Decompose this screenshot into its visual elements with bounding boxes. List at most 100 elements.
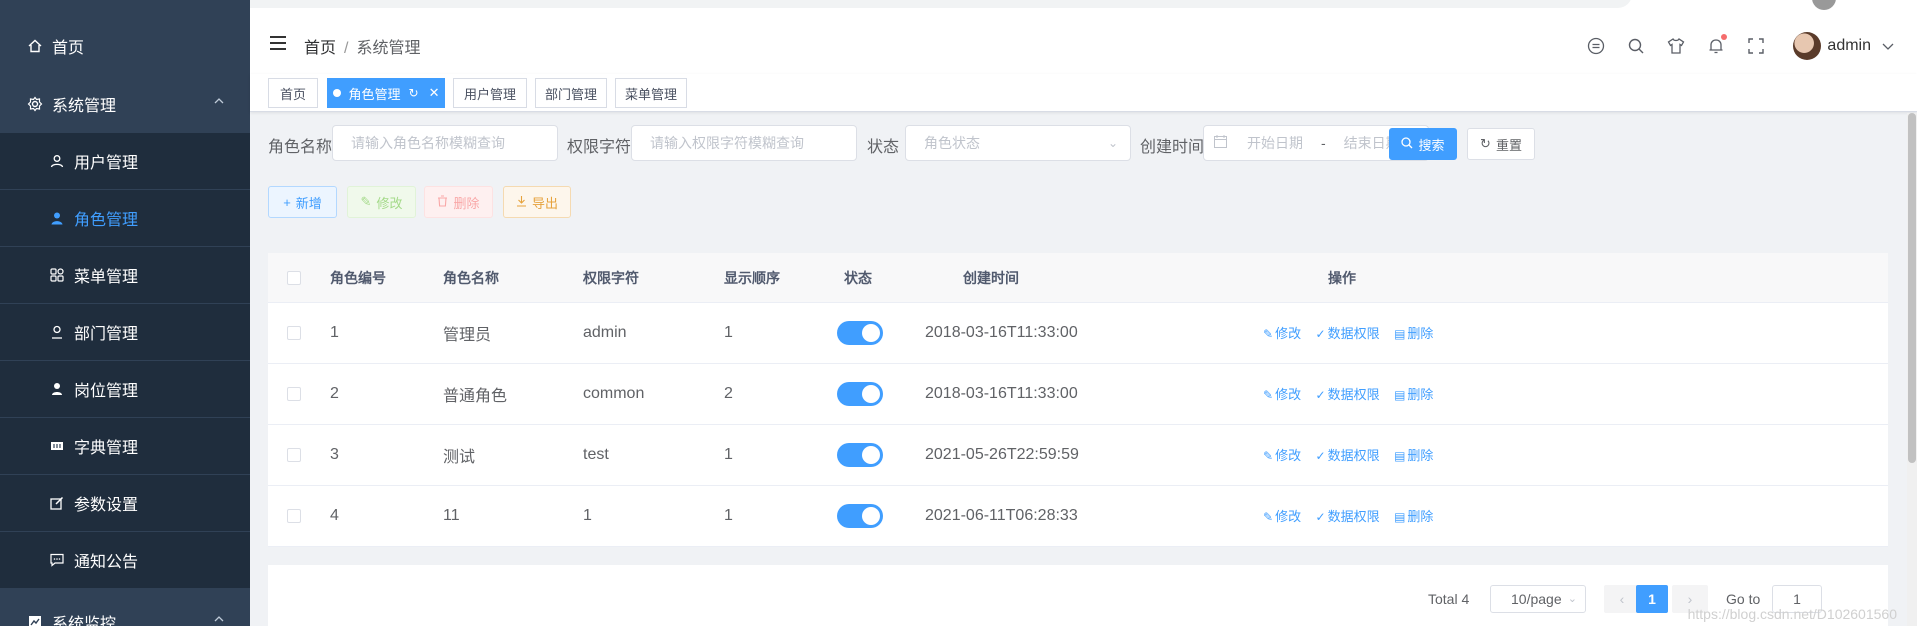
edit-button[interactable]: ✎ 修改 — [347, 186, 416, 218]
sidebar-item-depts[interactable]: 部门管理 — [0, 304, 250, 360]
sidebar-item-params[interactable]: 参数设置 — [0, 475, 250, 531]
page-number-current[interactable]: 1 — [1636, 585, 1668, 613]
select-all-checkbox[interactable] — [287, 270, 301, 285]
role-name-input[interactable]: 请输入角色名称模糊查询 — [332, 125, 558, 161]
tag-roles[interactable]: 角色管理 ↻ ✕ — [327, 78, 445, 108]
action-label: 删除 — [1407, 326, 1434, 341]
content-scrollbar[interactable] — [1907, 113, 1917, 626]
row-checkbox[interactable] — [287, 387, 301, 401]
export-button[interactable]: 导出 — [503, 186, 571, 218]
delete-link[interactable]: ▤ 删除 — [1394, 509, 1433, 524]
sidebar-item-posts[interactable]: 岗位管理 — [0, 361, 250, 417]
tag-users[interactable]: 用户管理 — [453, 78, 527, 108]
delete-link[interactable]: ▤ 删除 — [1394, 448, 1433, 463]
sidebar-item-label: 字典管理 — [74, 440, 139, 457]
sidebar-item-label: 首页 — [52, 40, 85, 57]
edit-link[interactable]: ✎ 修改 — [1263, 387, 1301, 402]
button-label: 导出 — [531, 195, 558, 211]
edit-link[interactable]: ✎ 修改 — [1263, 326, 1301, 341]
table-row: 3 测试 test 1 2021-05-26T22:59:59 ✎ 修改 ✓ 数据权… — [268, 425, 1888, 486]
sidebar-item-menus[interactable]: 菜单管理 — [0, 247, 250, 303]
table-row: 4 11 1 1 2021-06-11T06:28:33 ✎ 修改 ✓ 数据权限 ▤… — [268, 486, 1888, 547]
sidebar: 首页 系统管理 用户管理 角色管理 菜单管理 部门管理 岗位管理 字典管理 参数… — [0, 0, 250, 626]
sidebar-item-home[interactable]: 首页 — [0, 18, 250, 74]
navbar-right: admin — [1565, 32, 1897, 60]
breadcrumb-home[interactable]: 首页 — [304, 40, 336, 57]
chevron-down-icon[interactable] — [1879, 37, 1897, 55]
skin-icon[interactable] — [1667, 37, 1685, 55]
avatar[interactable] — [1793, 32, 1822, 60]
role-name-label: 角色名称 — [268, 139, 333, 156]
delete-button[interactable]: 删除 — [424, 186, 493, 218]
status-switch[interactable] — [837, 382, 883, 406]
button-label: 新增 — [295, 195, 322, 211]
role-name: 11 — [443, 507, 460, 524]
action-label: 修改 — [1275, 326, 1302, 341]
action-label: 修改 — [1275, 387, 1302, 402]
address-bar[interactable] — [232, 0, 1632, 8]
row-checkbox[interactable] — [287, 448, 301, 462]
chevron-up-icon — [214, 616, 224, 622]
page-size-select[interactable]: 10/page ⌄ — [1490, 585, 1586, 613]
status-switch[interactable] — [837, 443, 883, 467]
sidebar-item-system[interactable]: 系统管理 — [0, 76, 250, 132]
breadcrumb: 首页 / 系统管理 — [304, 40, 421, 57]
button-label: 搜索 — [1418, 137, 1445, 153]
bell-icon[interactable] — [1707, 34, 1728, 55]
sidebar-item-roles[interactable]: 角色管理 — [0, 190, 250, 246]
check-circle-icon: ✓ — [1315, 388, 1326, 402]
status-switch[interactable] — [837, 504, 883, 528]
start-date-placeholder[interactable]: 开始日期 — [1247, 133, 1303, 153]
search-icon[interactable] — [1627, 37, 1645, 55]
tag-menus[interactable]: 菜单管理 — [615, 78, 687, 108]
data-scope-link[interactable]: ✓ 数据权限 — [1316, 326, 1380, 341]
sidebar-item-dicts[interactable]: 字典管理 — [0, 418, 250, 474]
placeholder: 角色状态 — [924, 135, 980, 151]
status-select[interactable]: 角色状态 ⌄ — [905, 125, 1131, 161]
edit-icon: ✎ — [1263, 327, 1274, 341]
sidebar-item-label: 菜单管理 — [74, 269, 139, 286]
add-button[interactable]: + 新增 — [268, 186, 337, 218]
tag-home[interactable]: 首页 — [268, 78, 318, 108]
hamburger-icon[interactable] — [270, 36, 286, 50]
table-row: 1 管理员 admin 1 2018-03-16T11:33:00 ✎ 修改 ✓ 数… — [268, 303, 1888, 364]
dict-icon — [48, 437, 66, 455]
search-button[interactable]: 搜索 — [1389, 128, 1457, 160]
home-icon — [26, 37, 44, 55]
sidebar-item-notices[interactable]: 通知公告 — [0, 532, 250, 588]
perm-input[interactable]: 请输入权限字符模糊查询 — [631, 125, 857, 161]
prev-page-button[interactable]: ‹ — [1604, 585, 1640, 613]
username[interactable]: admin — [1827, 37, 1871, 55]
delete-link[interactable]: ▤ 删除 — [1394, 387, 1433, 402]
edit-link[interactable]: ✎ 修改 — [1263, 448, 1301, 463]
close-icon[interactable]: ✕ — [429, 85, 440, 101]
tag-label: 菜单管理 — [624, 86, 677, 102]
row-checkbox[interactable] — [287, 326, 301, 340]
sidebar-item-label: 用户管理 — [74, 155, 139, 172]
role-name: 普通角色 — [443, 388, 508, 405]
row-actions: ✎ 修改 ✓ 数据权限 ▤ 删除 — [1263, 506, 1433, 526]
status-switch[interactable] — [837, 321, 883, 345]
created-time: 2018-03-16T11:33:00 — [925, 385, 1078, 402]
edit-link[interactable]: ✎ 修改 — [1263, 509, 1301, 524]
column-header: 状态 — [844, 269, 872, 286]
role-key: common — [583, 385, 645, 402]
fullscreen-icon[interactable] — [1747, 37, 1765, 55]
data-scope-link[interactable]: ✓ 数据权限 — [1316, 448, 1380, 463]
delete-link[interactable]: ▤ 删除 — [1394, 326, 1433, 341]
refresh-icon[interactable]: ↻ — [409, 86, 419, 100]
data-scope-link[interactable]: ✓ 数据权限 — [1316, 509, 1380, 524]
sidebar-item-label: 部门管理 — [74, 326, 139, 343]
row-checkbox[interactable] — [287, 509, 301, 523]
edit-icon: ✎ — [1263, 388, 1274, 402]
role-name: 管理员 — [443, 327, 492, 344]
source-code-icon[interactable] — [1587, 37, 1605, 55]
menu-icon — [48, 266, 66, 284]
data-scope-link[interactable]: ✓ 数据权限 — [1316, 387, 1380, 402]
reset-button[interactable]: ↻ 重置 — [1467, 128, 1535, 160]
sidebar-item-users[interactable]: 用户管理 — [0, 133, 250, 189]
sidebar-item-monitor[interactable]: 系统监控 — [0, 594, 250, 626]
browser-profile-icon[interactable] — [1812, 0, 1836, 10]
main-area: 首页 / 系统管理 admin 首页 角色管理 ↻ ✕ 用户管理 部门管理 菜单… — [250, 14, 1917, 626]
tag-depts[interactable]: 部门管理 — [535, 78, 607, 108]
